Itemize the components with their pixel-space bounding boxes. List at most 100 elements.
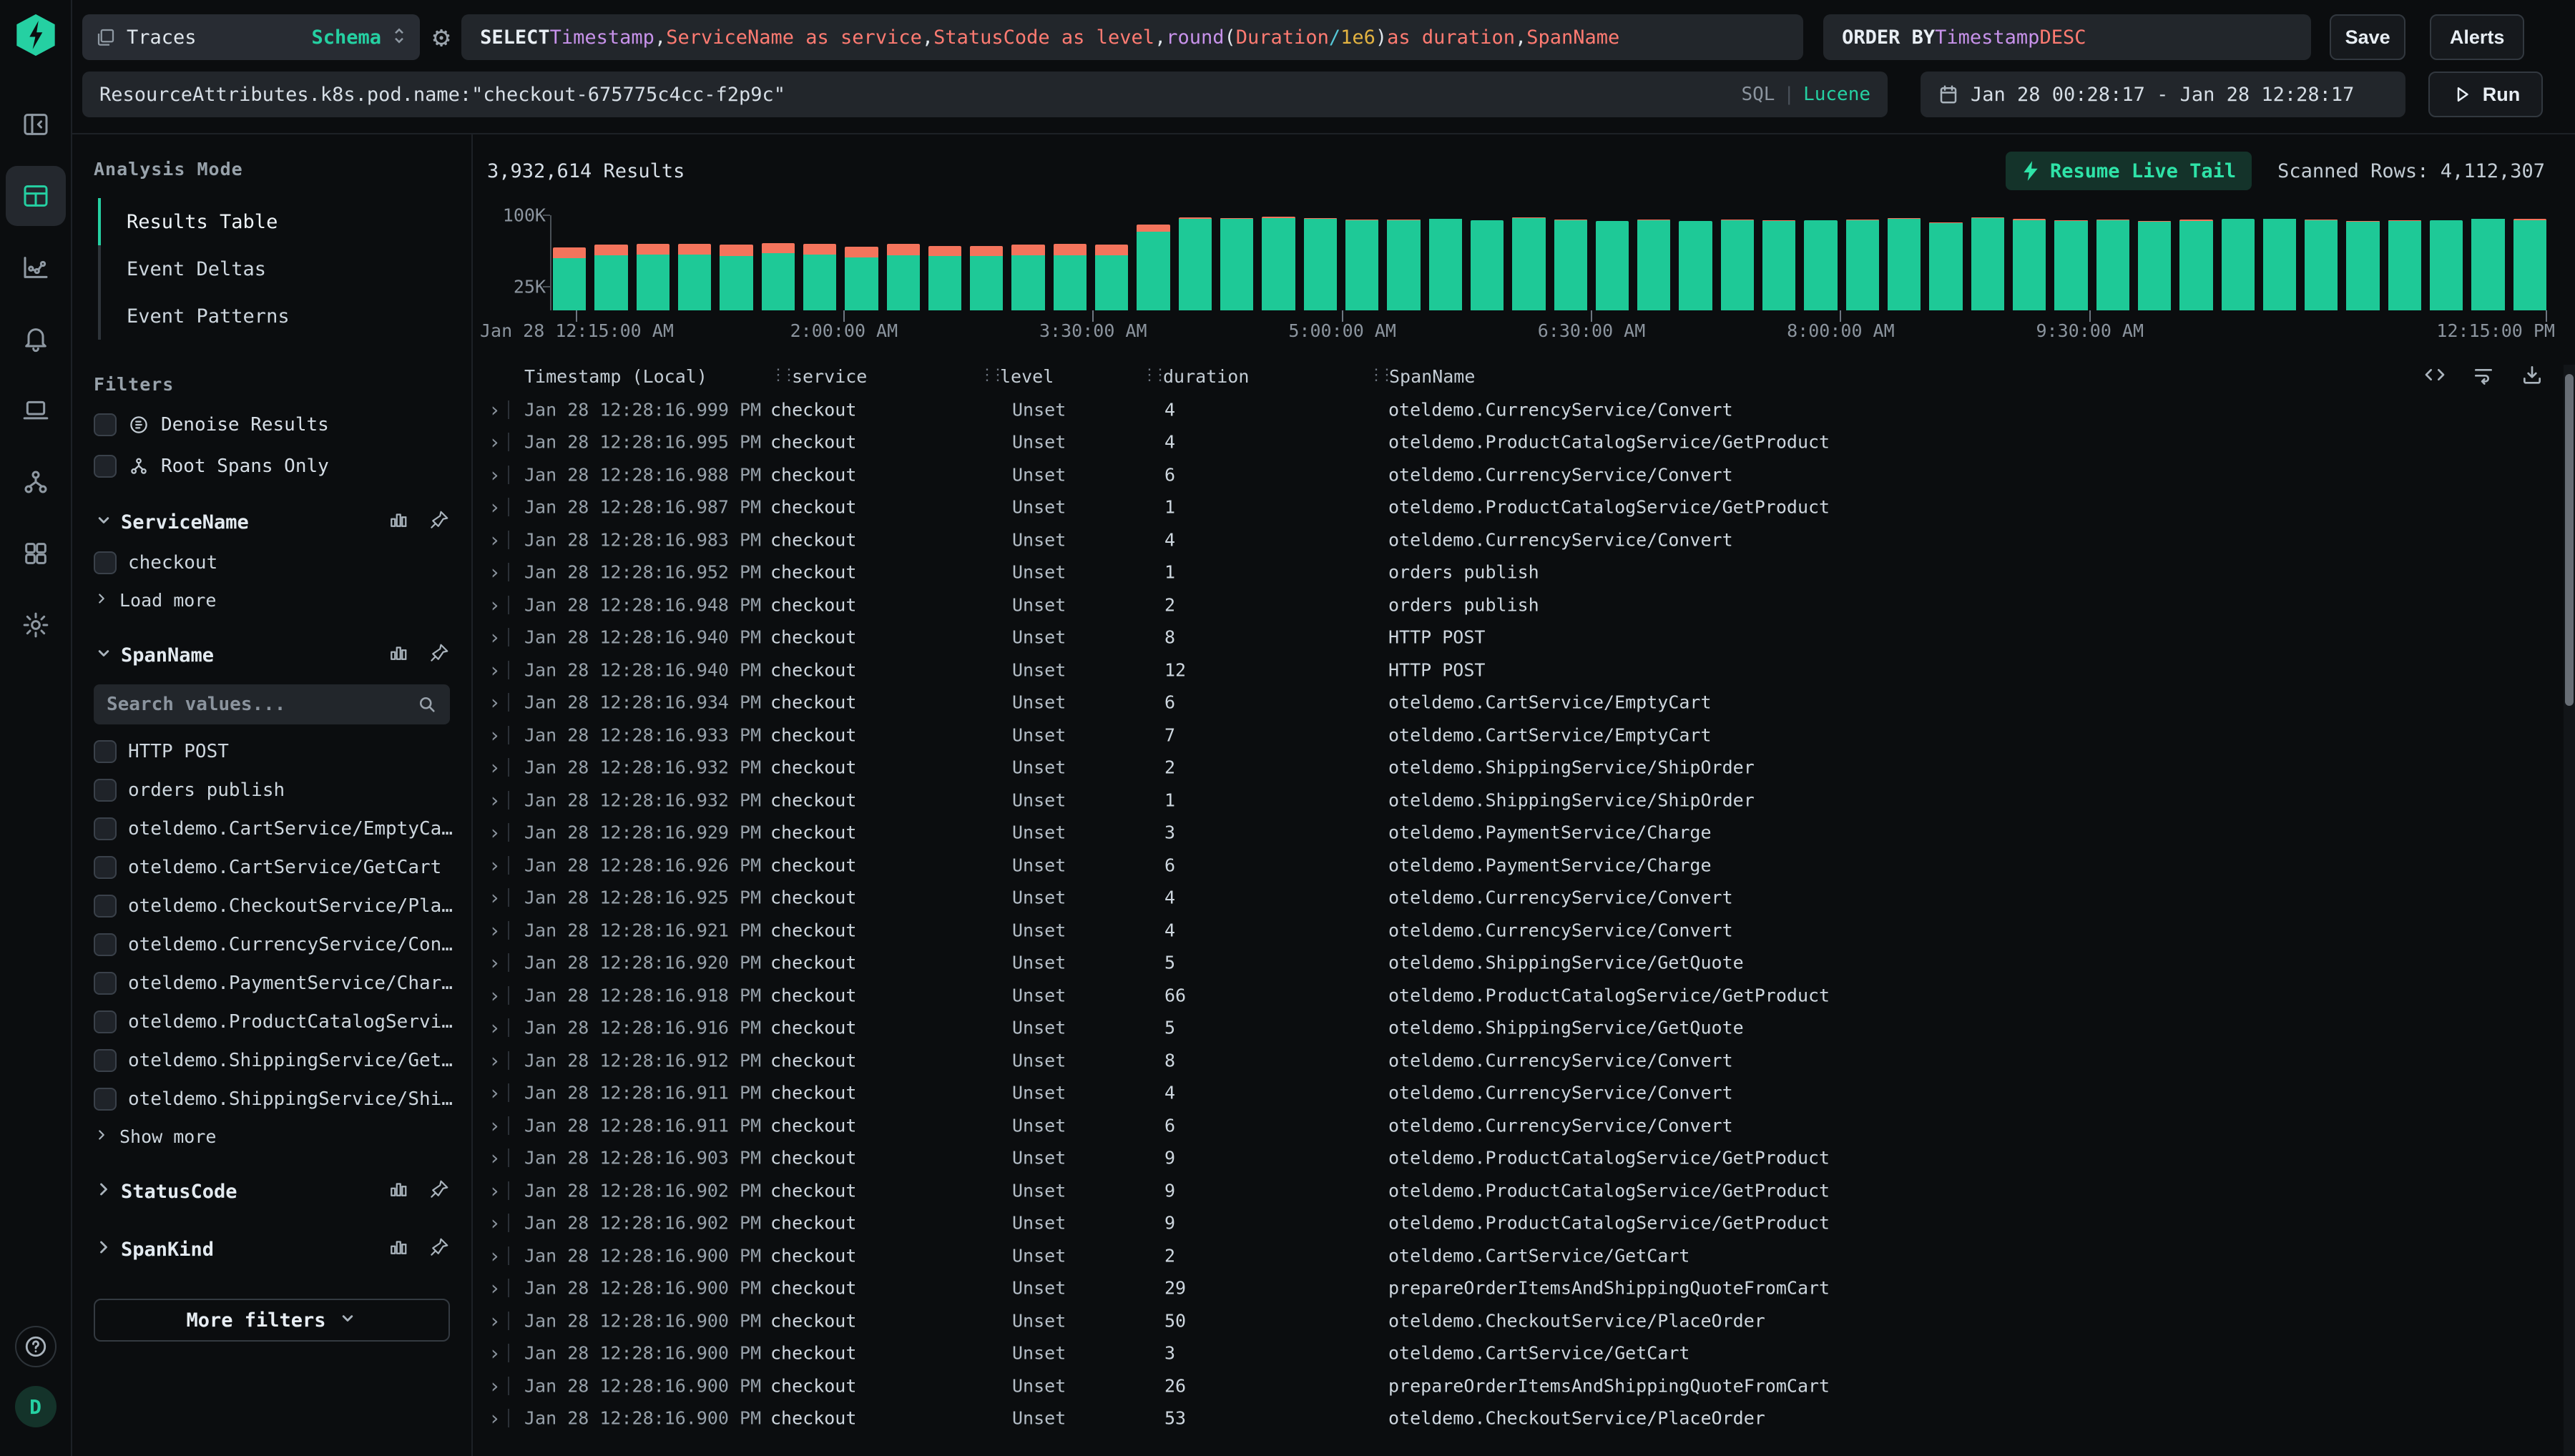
- histogram-bar[interactable]: [678, 244, 711, 310]
- table-row[interactable]: ›Jan 28 12:28:16.920 PMcheckoutUnset5ote…: [473, 947, 2575, 980]
- table-row[interactable]: ›Jan 28 12:28:16.900 PMcheckoutUnset29pr…: [473, 1272, 2575, 1305]
- resume-live-tail-button[interactable]: Resume Live Tail: [2006, 152, 2252, 190]
- histogram-bar[interactable]: [1679, 221, 1712, 310]
- spanname-show-more[interactable]: Show more: [94, 1126, 450, 1147]
- expand-row-icon[interactable]: ›: [489, 691, 501, 714]
- value-checkbox[interactable]: [94, 740, 117, 763]
- wrap-text-icon[interactable]: [2472, 363, 2495, 386]
- spanname-value[interactable]: oteldemo.CartService/EmptyCa…: [94, 817, 450, 840]
- histogram-bar[interactable]: [553, 247, 586, 310]
- column-header-duration[interactable]: duration: [1163, 366, 1249, 387]
- histogram-bar[interactable]: [2222, 219, 2255, 310]
- expand-row-icon[interactable]: ›: [489, 1016, 501, 1040]
- language-toggle[interactable]: SQL | Lucene: [1741, 84, 1870, 105]
- histogram-bar[interactable]: [2013, 219, 2046, 310]
- histogram-bar[interactable]: [803, 244, 836, 310]
- alerts-button[interactable]: Alerts: [2430, 14, 2524, 60]
- histogram-bar[interactable]: [1345, 220, 1378, 310]
- value-checkbox[interactable]: [94, 779, 117, 802]
- expand-row-icon[interactable]: ›: [489, 821, 501, 845]
- histogram-bar[interactable]: [1054, 244, 1087, 310]
- value-checkbox[interactable]: [94, 1088, 117, 1111]
- expand-row-icon[interactable]: ›: [489, 1309, 501, 1332]
- histogram-bar[interactable]: [1721, 220, 1754, 310]
- servicename-load-more[interactable]: Load more: [94, 590, 450, 611]
- expand-row-icon[interactable]: ›: [489, 1048, 501, 1072]
- collapse-sidebar-button[interactable]: [6, 94, 66, 154]
- table-row[interactable]: ›Jan 28 12:28:16.929 PMcheckoutUnset3ote…: [473, 817, 2575, 850]
- value-checkbox[interactable]: [94, 895, 117, 918]
- expand-row-icon[interactable]: ›: [489, 1081, 501, 1105]
- expand-row-icon[interactable]: ›: [489, 658, 501, 682]
- table-row[interactable]: ›Jan 28 12:28:16.995 PMcheckoutUnset4ote…: [473, 426, 2575, 459]
- histogram-bar[interactable]: [2138, 221, 2171, 310]
- chart-toggle-icon[interactable]: [387, 1236, 408, 1263]
- servicename-value-checkout[interactable]: checkout: [94, 551, 450, 574]
- table-row[interactable]: ›Jan 28 12:28:16.948 PMcheckoutUnset2ord…: [473, 589, 2575, 621]
- table-row[interactable]: ›Jan 28 12:28:16.902 PMcheckoutUnset9ote…: [473, 1174, 2575, 1207]
- root-spans-checkbox[interactable]: [94, 455, 117, 478]
- column-drag-handle[interactable]: ⋮⋮: [1142, 366, 1163, 384]
- table-row[interactable]: ›Jan 28 12:28:16.900 PMcheckoutUnset3ote…: [473, 1337, 2575, 1370]
- histogram-bar[interactable]: [1846, 220, 1879, 310]
- column-drag-handle[interactable]: ⋮⋮: [979, 366, 1001, 384]
- search-query-input[interactable]: ResourceAttributes.k8s.pod.name:"checkou…: [82, 72, 1888, 117]
- expand-row-icon[interactable]: ›: [489, 983, 501, 1007]
- section-servicename-header[interactable]: ServiceName: [94, 509, 450, 536]
- column-header-timestamp-local-[interactable]: Timestamp (Local): [524, 366, 707, 387]
- expand-row-icon[interactable]: ›: [489, 561, 501, 584]
- histogram-bar[interactable]: [2513, 219, 2546, 310]
- column-drag-handle[interactable]: ⋮⋮: [1368, 366, 1390, 384]
- lang-lucene[interactable]: Lucene: [1803, 84, 1870, 105]
- more-filters-button[interactable]: More filters: [94, 1299, 450, 1342]
- histogram-bar[interactable]: [2471, 219, 2504, 310]
- expand-row-icon[interactable]: ›: [489, 463, 501, 486]
- spanname-value[interactable]: oteldemo.ProductCatalogServi…: [94, 1010, 450, 1033]
- run-button[interactable]: Run: [2428, 72, 2543, 117]
- value-checkbox[interactable]: [94, 933, 117, 956]
- table-row[interactable]: ›Jan 28 12:28:16.940 PMcheckoutUnset8HTT…: [473, 621, 2575, 654]
- histogram-bar[interactable]: [970, 246, 1003, 310]
- histogram-bar[interactable]: [2263, 219, 2296, 310]
- nav-alerts[interactable]: [6, 309, 66, 369]
- spanname-value[interactable]: oteldemo.ShippingService/Get…: [94, 1049, 450, 1072]
- section-spankind-header[interactable]: SpanKind: [94, 1236, 450, 1263]
- scrollbar-thumb[interactable]: [2565, 374, 2574, 706]
- histogram-bar[interactable]: [1387, 220, 1420, 310]
- nav-search-results[interactable]: [6, 166, 66, 226]
- sql-select-editor[interactable]: SELECT Timestamp, ServiceName as service…: [461, 14, 1803, 60]
- expand-row-icon[interactable]: ›: [489, 756, 501, 779]
- spanname-value[interactable]: oteldemo.CurrencyService/Con…: [94, 933, 450, 956]
- column-header-level[interactable]: level: [1000, 366, 1054, 387]
- histogram-bar[interactable]: [2054, 220, 2087, 310]
- histogram-bar[interactable]: [1596, 221, 1629, 310]
- expand-row-icon[interactable]: ›: [489, 593, 501, 616]
- spanname-value[interactable]: oteldemo.CartService/GetCart: [94, 856, 450, 879]
- histogram-bar[interactable]: [1512, 217, 1545, 310]
- table-row[interactable]: ›Jan 28 12:28:16.933 PMcheckoutUnset7ote…: [473, 719, 2575, 752]
- histogram-bar[interactable]: [720, 245, 752, 310]
- expand-row-icon[interactable]: ›: [489, 431, 501, 454]
- histogram-bar[interactable]: [762, 243, 795, 310]
- chart-toggle-icon[interactable]: [387, 509, 408, 536]
- source-settings-gear-icon[interactable]: ⚙: [433, 21, 450, 54]
- expand-row-icon[interactable]: ›: [489, 1146, 501, 1170]
- table-row[interactable]: ›Jan 28 12:28:16.911 PMcheckoutUnset4ote…: [473, 1077, 2575, 1110]
- order-by-editor[interactable]: ORDER BY Timestamp DESC: [1823, 14, 2311, 60]
- denoise-checkbox[interactable]: [94, 413, 117, 436]
- spanname-value[interactable]: HTTP POST: [94, 740, 450, 763]
- nav-sessions[interactable]: [6, 380, 66, 441]
- table-row[interactable]: ›Jan 28 12:28:16.925 PMcheckoutUnset4ote…: [473, 882, 2575, 915]
- spanname-value[interactable]: oteldemo.PaymentService/Char…: [94, 972, 450, 995]
- histogram-bar[interactable]: [2179, 220, 2212, 310]
- histogram-bar[interactable]: [1554, 220, 1587, 310]
- nav-chart-explorer[interactable]: [6, 237, 66, 297]
- pin-icon[interactable]: [428, 1179, 450, 1205]
- histogram-bars[interactable]: [553, 207, 2546, 310]
- expand-row-icon[interactable]: ›: [489, 626, 501, 649]
- pin-icon[interactable]: [428, 1236, 450, 1263]
- pin-icon[interactable]: [428, 642, 450, 669]
- analysis-mode-item-results-table[interactable]: Results Table: [98, 198, 450, 245]
- table-row[interactable]: ›Jan 28 12:28:16.903 PMcheckoutUnset9ote…: [473, 1142, 2575, 1175]
- histogram-bar[interactable]: [1971, 217, 2004, 310]
